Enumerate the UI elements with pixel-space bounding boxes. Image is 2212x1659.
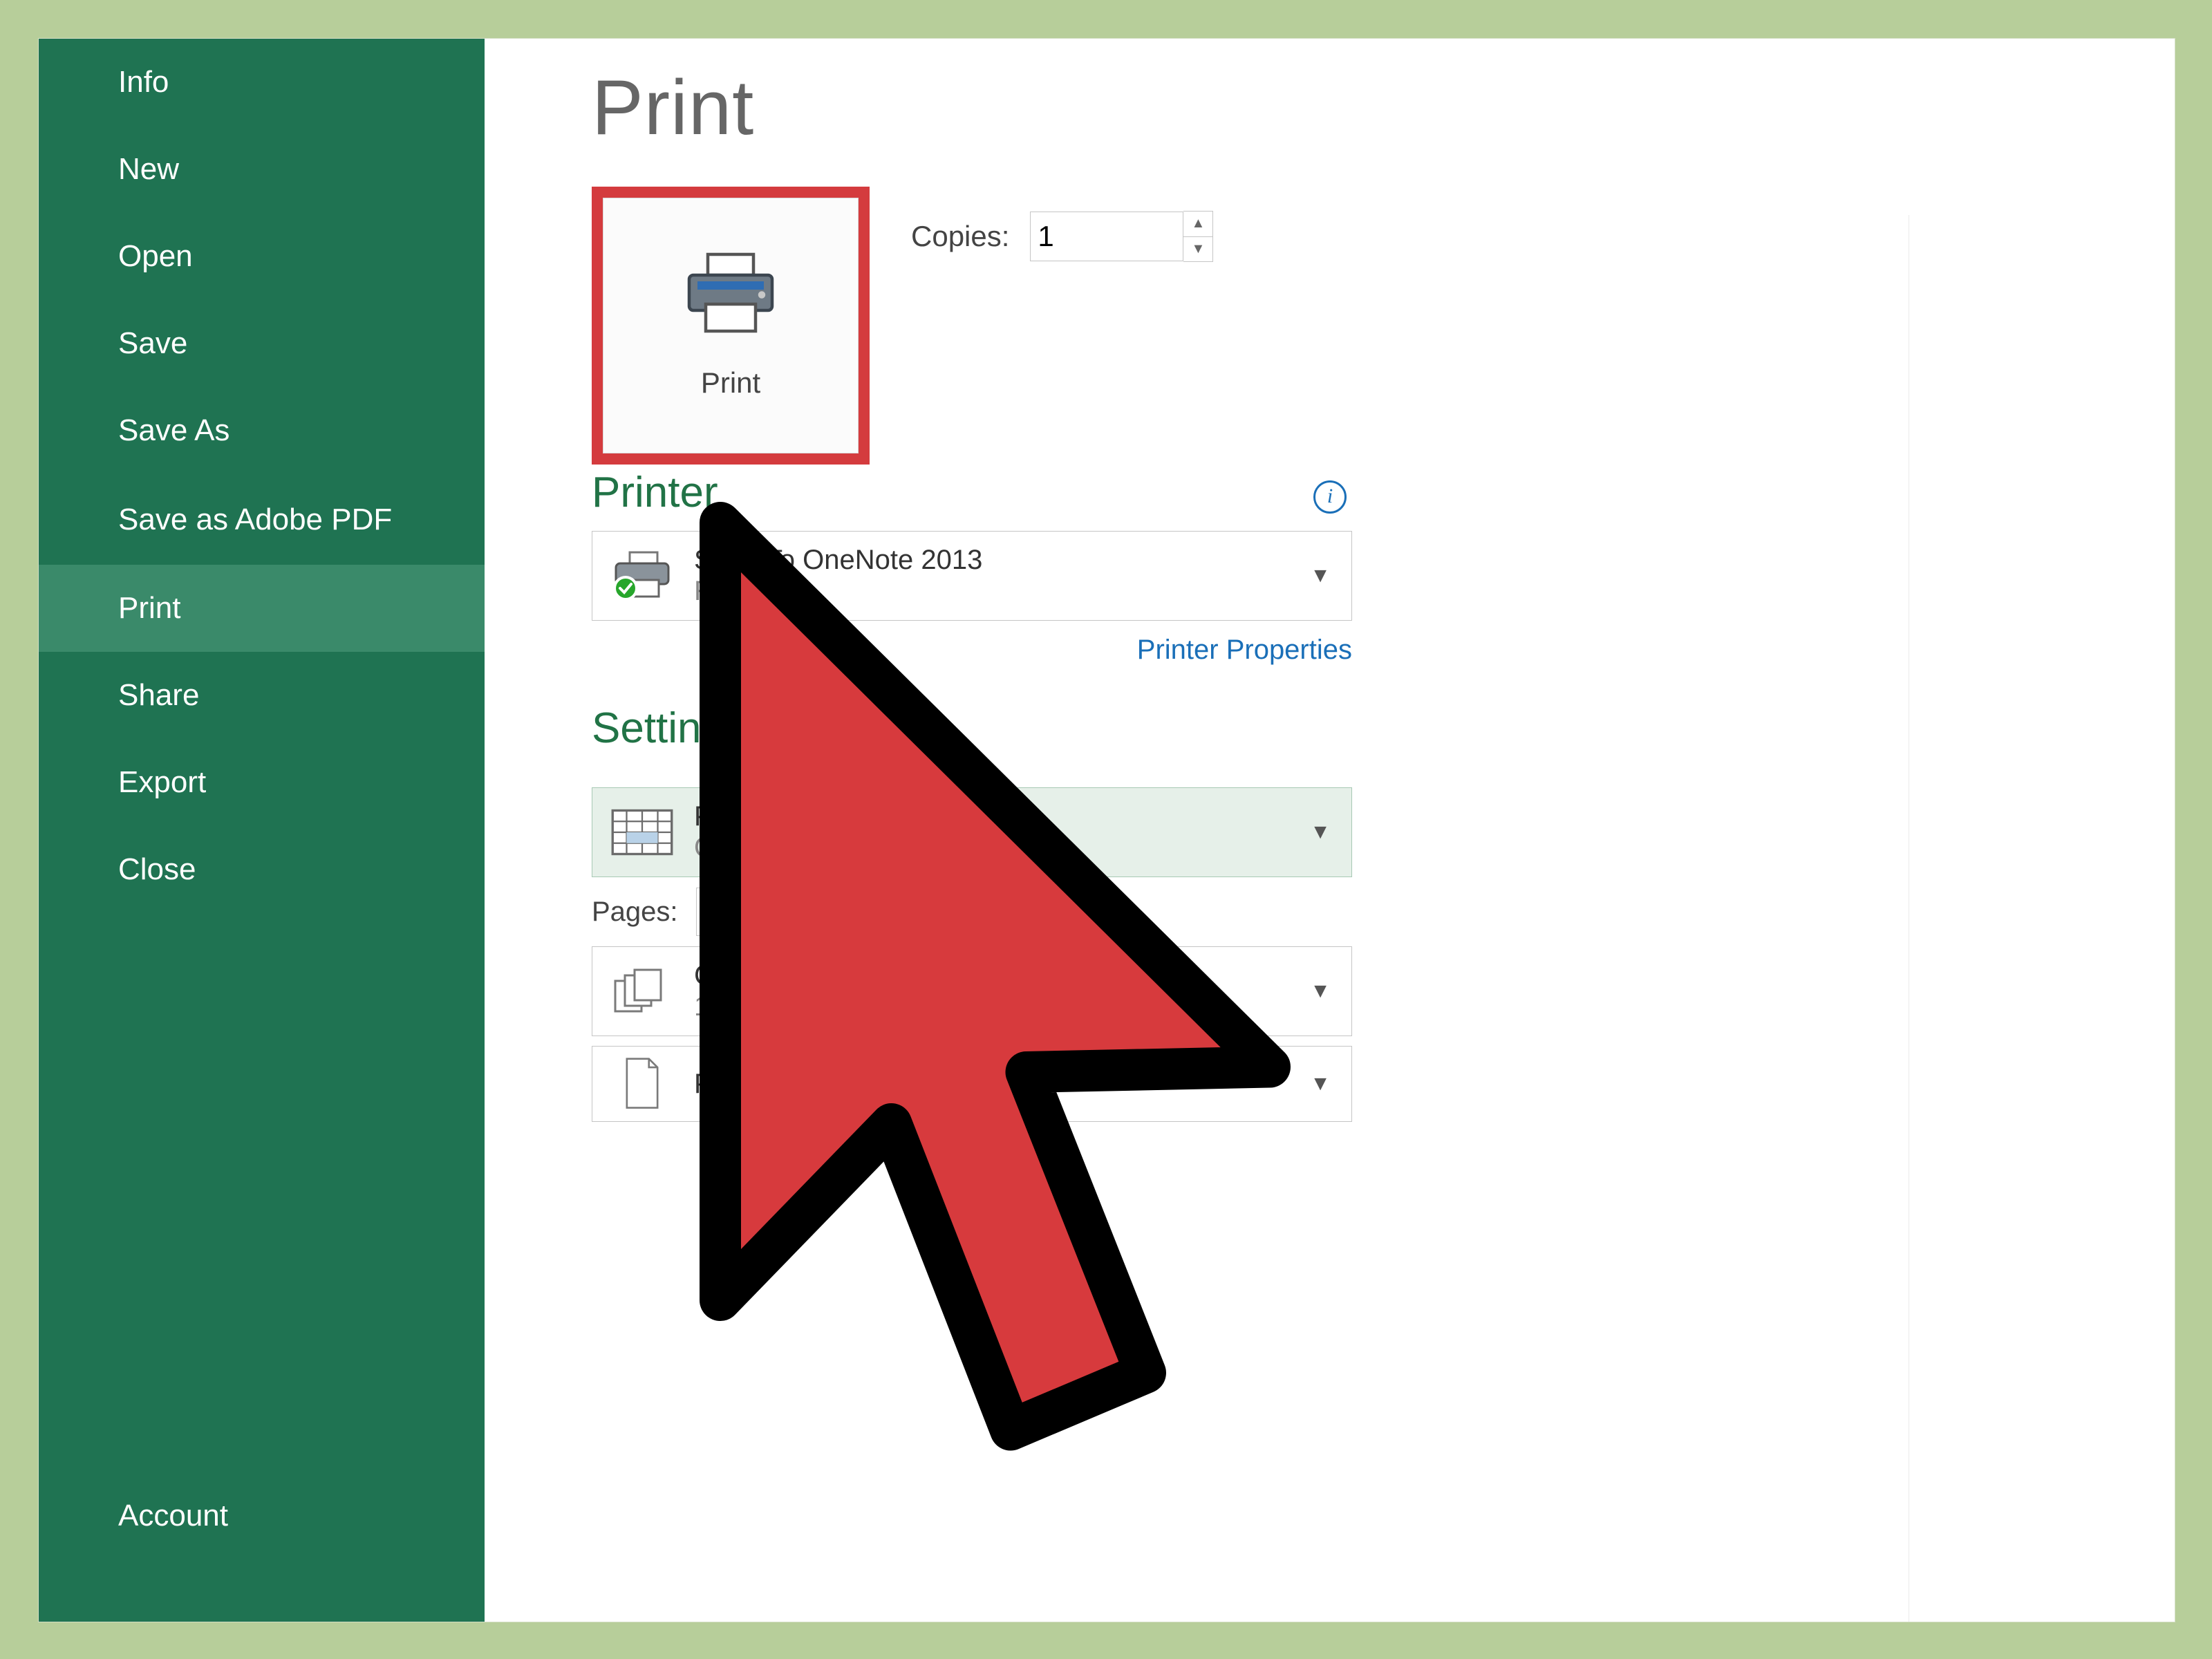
chevron-down-icon: ▼ bbox=[1310, 821, 1331, 844]
collation-selector[interactable]: Collated 1,2,3 1,2,3 1,2,3 ▼ bbox=[592, 946, 1352, 1036]
backstage-sidebar: Info New Open Save Save As Save as Adobe… bbox=[39, 39, 485, 1622]
pages-to-label: to bbox=[864, 897, 887, 928]
orientation-selector[interactable]: Portrait Orientation ▼ bbox=[592, 1046, 1352, 1122]
printer-ready-icon bbox=[608, 548, 677, 603]
collation-line2: 1,2,3 1,2,3 1,2,3 bbox=[694, 991, 1336, 1022]
pages-to-spinner: ▲ ▼ bbox=[1033, 887, 1060, 937]
collated-icon bbox=[608, 964, 677, 1019]
printer-name: Send To OneNote 2013 bbox=[694, 545, 1336, 576]
copies-spinner: ▲ ▼ bbox=[1183, 211, 1213, 262]
printer-icon bbox=[679, 252, 782, 339]
info-icon[interactable]: i bbox=[1313, 480, 1347, 514]
sidebar-item-save-as[interactable]: Save As bbox=[39, 387, 485, 474]
copies-input[interactable] bbox=[1030, 212, 1183, 261]
chevron-down-icon: ▼ bbox=[1310, 1072, 1331, 1096]
sidebar-item-account[interactable]: Account bbox=[39, 1472, 485, 1559]
copies-label: Copies: bbox=[911, 220, 1009, 253]
sidebar-item-print[interactable]: Print bbox=[39, 565, 485, 652]
print-what-line1: Print Selection bbox=[694, 801, 1336, 832]
printer-heading: Printer bbox=[592, 468, 1352, 517]
sidebar-item-save[interactable]: Save bbox=[39, 300, 485, 387]
pages-to-input[interactable] bbox=[912, 888, 1028, 936]
app-window: Info New Open Save Save As Save as Adobe… bbox=[38, 38, 2175, 1622]
copies-down[interactable]: ▼ bbox=[1183, 237, 1212, 262]
printer-status: Ready bbox=[694, 576, 1336, 607]
printer-selector[interactable]: Send To OneNote 2013 Ready ▼ bbox=[592, 531, 1352, 621]
print-button[interactable]: Print bbox=[603, 198, 859, 453]
sidebar-item-new[interactable]: New bbox=[39, 126, 485, 213]
printer-properties-link[interactable]: Printer Properties bbox=[592, 635, 1352, 666]
print-button-label: Print bbox=[701, 366, 760, 400]
copies-group: Copies: ▲ ▼ bbox=[911, 211, 1213, 262]
grid-icon bbox=[608, 805, 677, 860]
sidebar-item-share[interactable]: Share bbox=[39, 652, 485, 739]
chevron-down-icon: ▼ bbox=[1310, 564, 1331, 588]
sidebar-item-save-as-pdf[interactable]: Save as Adobe PDF bbox=[39, 474, 485, 565]
highlight-box: Print bbox=[592, 187, 870, 465]
pages-from-spinner: ▲ ▼ bbox=[818, 887, 845, 937]
print-backstage-panel: Print Print C bbox=[485, 39, 2175, 1622]
sidebar-item-close[interactable]: Close bbox=[39, 826, 485, 913]
sidebar-item-open[interactable]: Open bbox=[39, 213, 485, 300]
spin-down[interactable]: ▼ bbox=[1033, 912, 1060, 937]
sidebar-item-info[interactable]: Info bbox=[39, 39, 485, 126]
portrait-page-icon bbox=[608, 1056, 677, 1112]
settings-heading: Settings bbox=[592, 704, 2175, 753]
spin-down[interactable]: ▼ bbox=[818, 912, 844, 937]
orientation-line1: Portrait Orientation bbox=[694, 1069, 1336, 1100]
pages-label: Pages: bbox=[592, 897, 678, 928]
copies-up[interactable]: ▲ bbox=[1183, 212, 1212, 237]
spin-up[interactable]: ▲ bbox=[1033, 888, 1060, 912]
print-what-selector[interactable]: Print Selection Only print the current s… bbox=[592, 787, 1352, 877]
print-what-line2: Only print the current selecti… bbox=[694, 832, 1336, 863]
pages-from-input[interactable] bbox=[696, 888, 812, 936]
spin-up[interactable]: ▲ bbox=[818, 888, 844, 912]
sidebar-item-export[interactable]: Export bbox=[39, 739, 485, 826]
collation-line1: Collated bbox=[694, 960, 1336, 991]
pages-range-row: Pages: ▲ ▼ to ▲ ▼ bbox=[592, 887, 2175, 937]
chevron-down-icon: ▼ bbox=[1310, 980, 1331, 1003]
page-title: Print bbox=[592, 63, 2175, 152]
